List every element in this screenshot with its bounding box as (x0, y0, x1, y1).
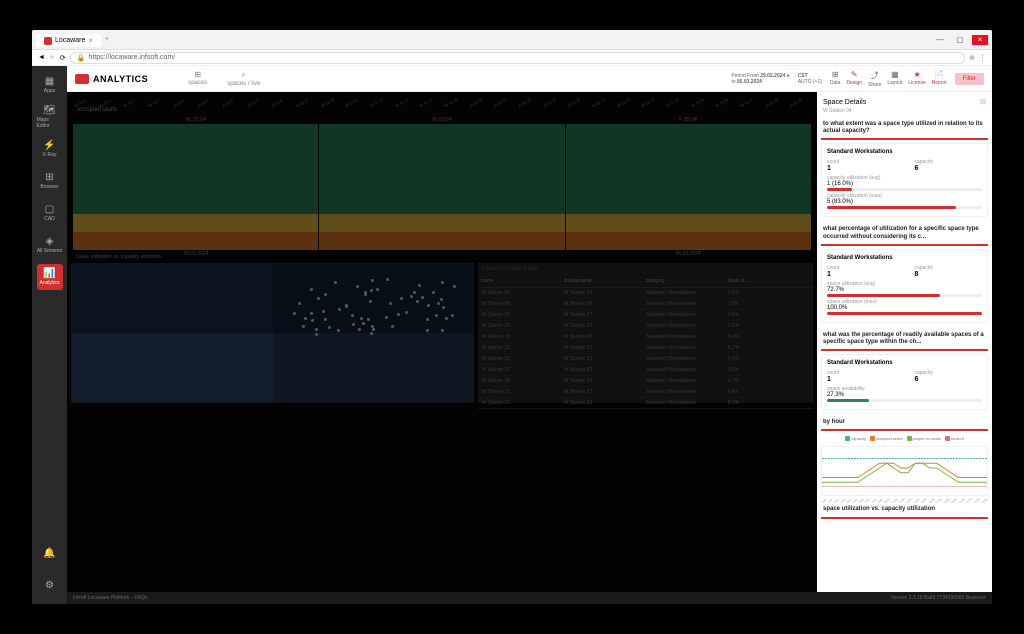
map-icon: 🗺 (43, 105, 56, 116)
question-2: what percentage of utilization for a spe… (821, 223, 988, 245)
sidebar-analytics[interactable]: 📊Analytics (37, 264, 63, 290)
url-input[interactable]: 🔒 https://locaware.infsoft.com/ (70, 52, 965, 64)
table-row[interactable]: W Station 28W Station 28Standard Worksta… (478, 376, 813, 387)
byhour-chart[interactable] (821, 446, 988, 496)
sidebar-settings[interactable]: ⚙ (37, 572, 63, 598)
logo-text: ANALYTICS (93, 74, 148, 84)
table-row[interactable]: W Station 04W Station 04Standard Worksta… (478, 288, 813, 299)
footer: infsoft Locaware Platform – FAQs Version… (67, 592, 992, 604)
url-text: https://locaware.infsoft.com/ (88, 54, 175, 61)
browser-tab[interactable]: Locaware × (36, 34, 101, 47)
table-row[interactable]: W Station 26W Station 26Standard Worksta… (478, 354, 813, 365)
heatmap-title: occupied seats (71, 105, 813, 115)
sidebar: ▦Apps 🗺Maps Editor ⚡X-Ray ⊞Browser ▢CAD … (32, 66, 67, 604)
table-row[interactable]: W Station 23W Station 23Standard Worksta… (478, 321, 813, 332)
browser-tab-bar: Locaware × + — ▢ × (32, 30, 992, 50)
sensor-icon: ◈ (46, 236, 54, 247)
table-row[interactable]: W Station 32W Station 32Standard Worksta… (478, 365, 813, 376)
heatmap-chart[interactable]: M, 01.04W, 03.04F, 05.04 29.02.202406.03… (71, 115, 813, 259)
tool-share[interactable]: ⤴Share (868, 70, 881, 88)
card-capacity-utilization: Standard Workstations count1 capacity6 c… (821, 143, 988, 217)
cad-icon: ▢ (45, 204, 54, 215)
sidebar-notifications[interactable]: 🔔 (37, 540, 63, 566)
maximize-button[interactable]: ▢ (952, 35, 968, 45)
close-window-button[interactable]: × (972, 35, 988, 45)
menu-icon[interactable]: ⋮ (979, 54, 986, 62)
sidebar-maps-editor[interactable]: 🗺Maps Editor (37, 104, 63, 130)
tab-favicon (44, 37, 52, 45)
app-header: ANALYTICS ⊞spaces ⌕spaces / live Period … (67, 66, 992, 92)
address-bar: ◄ ► ⟳ 🔒 https://locaware.infsoft.com/ ⊕ … (32, 50, 992, 66)
period-selector[interactable]: Period From 29.02.2024 ● to 06.03.2024 (731, 73, 789, 85)
main-dashboard-dimmed: W St 0W St 1W St 2W St 3W St 4W St 5W St… (67, 92, 817, 592)
logo-icon (75, 74, 89, 84)
analytics-icon: 📊 (43, 268, 55, 279)
table-row[interactable]: W Station 30W Station 30Standard Worksta… (478, 332, 813, 343)
card-space-utilization: Standard Workstations count1 capacity8 s… (821, 249, 988, 323)
extensions-icon[interactable]: ⊕ (969, 54, 975, 62)
browser-icon: ⊞ (45, 172, 53, 183)
tab-spaces[interactable]: ⊞spaces (178, 66, 217, 91)
table-row[interactable]: W Station 06W Station 06Standard Worksta… (478, 299, 813, 310)
sidebar-apps[interactable]: ▦Apps (37, 72, 63, 98)
card-availability: Standard Workstations count1 capacity6 s… (821, 354, 988, 410)
tool-design[interactable]: ✎Design (846, 70, 862, 88)
minimize-button[interactable]: — (932, 35, 948, 45)
tool-data[interactable]: ⊞Data (830, 70, 841, 88)
back-button[interactable]: ◄ (38, 54, 45, 61)
tab-close-icon[interactable]: × (88, 36, 93, 45)
panel-menu-icon[interactable]: ⊟ (980, 98, 986, 106)
sidebar-xray[interactable]: ⚡X-Ray (37, 136, 63, 162)
xray-icon: ⚡ (43, 140, 55, 151)
gear-icon: ⚙ (45, 580, 54, 591)
tab-title: Locaware (55, 37, 85, 44)
panel-title: Space Details (823, 99, 866, 106)
table-search[interactable]: ⌕ Search all fields of data (478, 263, 813, 275)
byhour-title: by hour (821, 416, 988, 431)
sidebar-browser[interactable]: ⊞Browser (37, 168, 63, 194)
tool-layout[interactable]: ▦Layout (887, 70, 902, 88)
timezone[interactable]: CST AUTO (+1) (798, 73, 822, 85)
table-row[interactable]: W Station 27W Station 27Standard Worksta… (478, 310, 813, 321)
panel-subtitle: W Station 04 (821, 108, 988, 118)
table-row[interactable]: W Station 22W Station 22Standard Worksta… (478, 398, 813, 409)
apps-icon: ▦ (45, 76, 54, 87)
reload-button[interactable]: ⟳ (60, 54, 66, 62)
new-tab-button[interactable]: + (105, 36, 109, 43)
filter-button[interactable]: Filter (955, 73, 984, 85)
details-panel: Space Details ⊟ W Station 04 to what ext… (817, 92, 992, 592)
question-3: what was the percentage of readily avail… (821, 329, 988, 351)
chart-legend: capacityoccupied seatspeople on seatsboo… (821, 434, 988, 443)
sidebar-cad[interactable]: ▢CAD (37, 200, 63, 226)
table-row[interactable]: W Station 27W Station 27Standard Worksta… (478, 387, 813, 398)
scatter-chart[interactable]: space utilization vs. capacity utilizati… (71, 263, 474, 403)
tab-spaces-live[interactable]: ⌕spaces / live (217, 66, 270, 91)
question-1: to what extent was a space type utilized… (821, 118, 988, 140)
app-logo: ANALYTICS (75, 74, 148, 84)
forward-button[interactable]: ► (49, 54, 56, 61)
tool-license[interactable]: ★License (908, 70, 925, 88)
bottom-title: space utilization vs. capacity utilizati… (821, 503, 988, 518)
table-row[interactable]: W Station 31W Station 31Standard Worksta… (478, 343, 813, 354)
tool-report[interactable]: 📄Report (932, 70, 947, 88)
sidebar-sensors[interactable]: ◈All Sensors (37, 232, 63, 258)
lock-icon: 🔒 (77, 54, 86, 62)
bell-icon: 🔔 (43, 548, 55, 559)
utilization-table[interactable]: space utilization ⌕ Search all fields of… (478, 263, 813, 403)
